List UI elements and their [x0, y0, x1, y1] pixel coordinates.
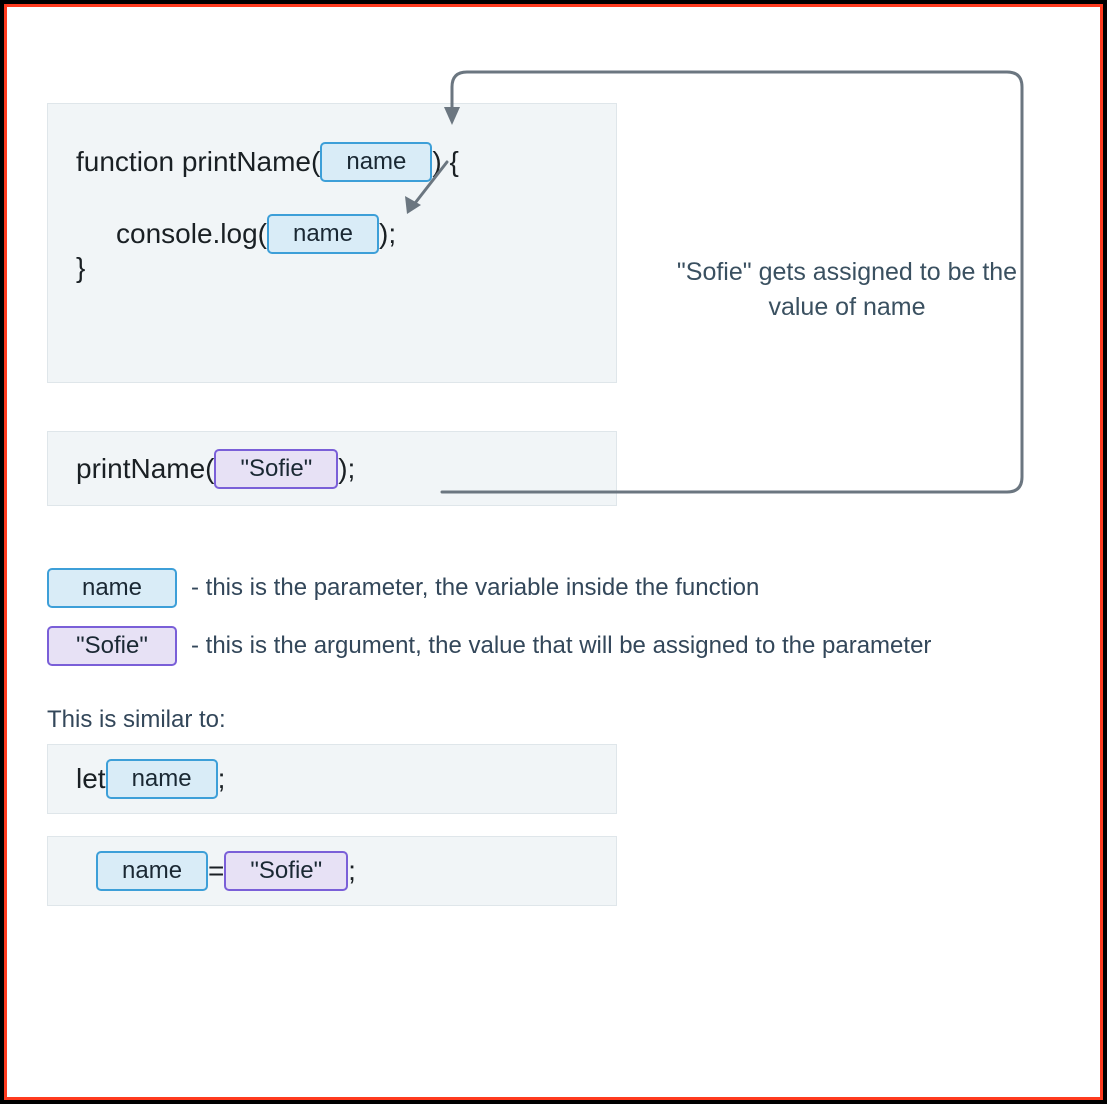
- function-decl-prefix: function printName(: [76, 146, 320, 178]
- let-semicolon: ;: [218, 763, 226, 795]
- assignment-annotation: "Sofie" gets assigned to be the value of…: [657, 255, 1037, 325]
- function-close-brace: }: [76, 252, 85, 284]
- legend-row-argument: "Sofie" - this is the argument, the valu…: [47, 626, 1060, 666]
- parameter-token-signature: name: [320, 142, 432, 182]
- function-definition-box: function printName( name ) { console.log…: [47, 103, 617, 383]
- diagram-frame: function printName( name ) { console.log…: [4, 4, 1103, 1100]
- assign-value-token: "Sofie": [224, 851, 348, 891]
- similar-to-label: This is similar to:: [47, 706, 1060, 734]
- assign-equals: =: [208, 855, 224, 887]
- console-log-line: console.log( name );: [116, 214, 596, 254]
- function-decl-suffix: ) {: [432, 146, 458, 178]
- legend-param-token: name: [47, 568, 177, 608]
- assign-name-token: name: [96, 851, 208, 891]
- call-suffix: );: [338, 453, 355, 485]
- console-log-suffix: );: [379, 218, 396, 250]
- parameter-token-log: name: [267, 214, 379, 254]
- argument-token-call: "Sofie": [214, 449, 338, 489]
- function-call-box: printName( "Sofie" );: [47, 431, 617, 506]
- call-prefix: printName(: [76, 453, 214, 485]
- console-log-prefix: console.log(: [116, 218, 267, 250]
- legend-param-desc: - this is the parameter, the variable in…: [191, 574, 759, 602]
- legend: name - this is the parameter, the variab…: [47, 568, 1060, 666]
- let-declaration-box: let name ;: [47, 744, 617, 814]
- assign-semicolon: ;: [348, 855, 356, 887]
- legend-arg-desc: - this is the argument, the value that w…: [191, 632, 931, 660]
- function-signature-line: function printName( name ) {: [76, 142, 596, 182]
- let-keyword: let: [76, 763, 106, 795]
- legend-arg-token: "Sofie": [47, 626, 177, 666]
- assignment-box: name = "Sofie" ;: [47, 836, 617, 906]
- let-name-token: name: [106, 759, 218, 799]
- legend-row-parameter: name - this is the parameter, the variab…: [47, 568, 1060, 608]
